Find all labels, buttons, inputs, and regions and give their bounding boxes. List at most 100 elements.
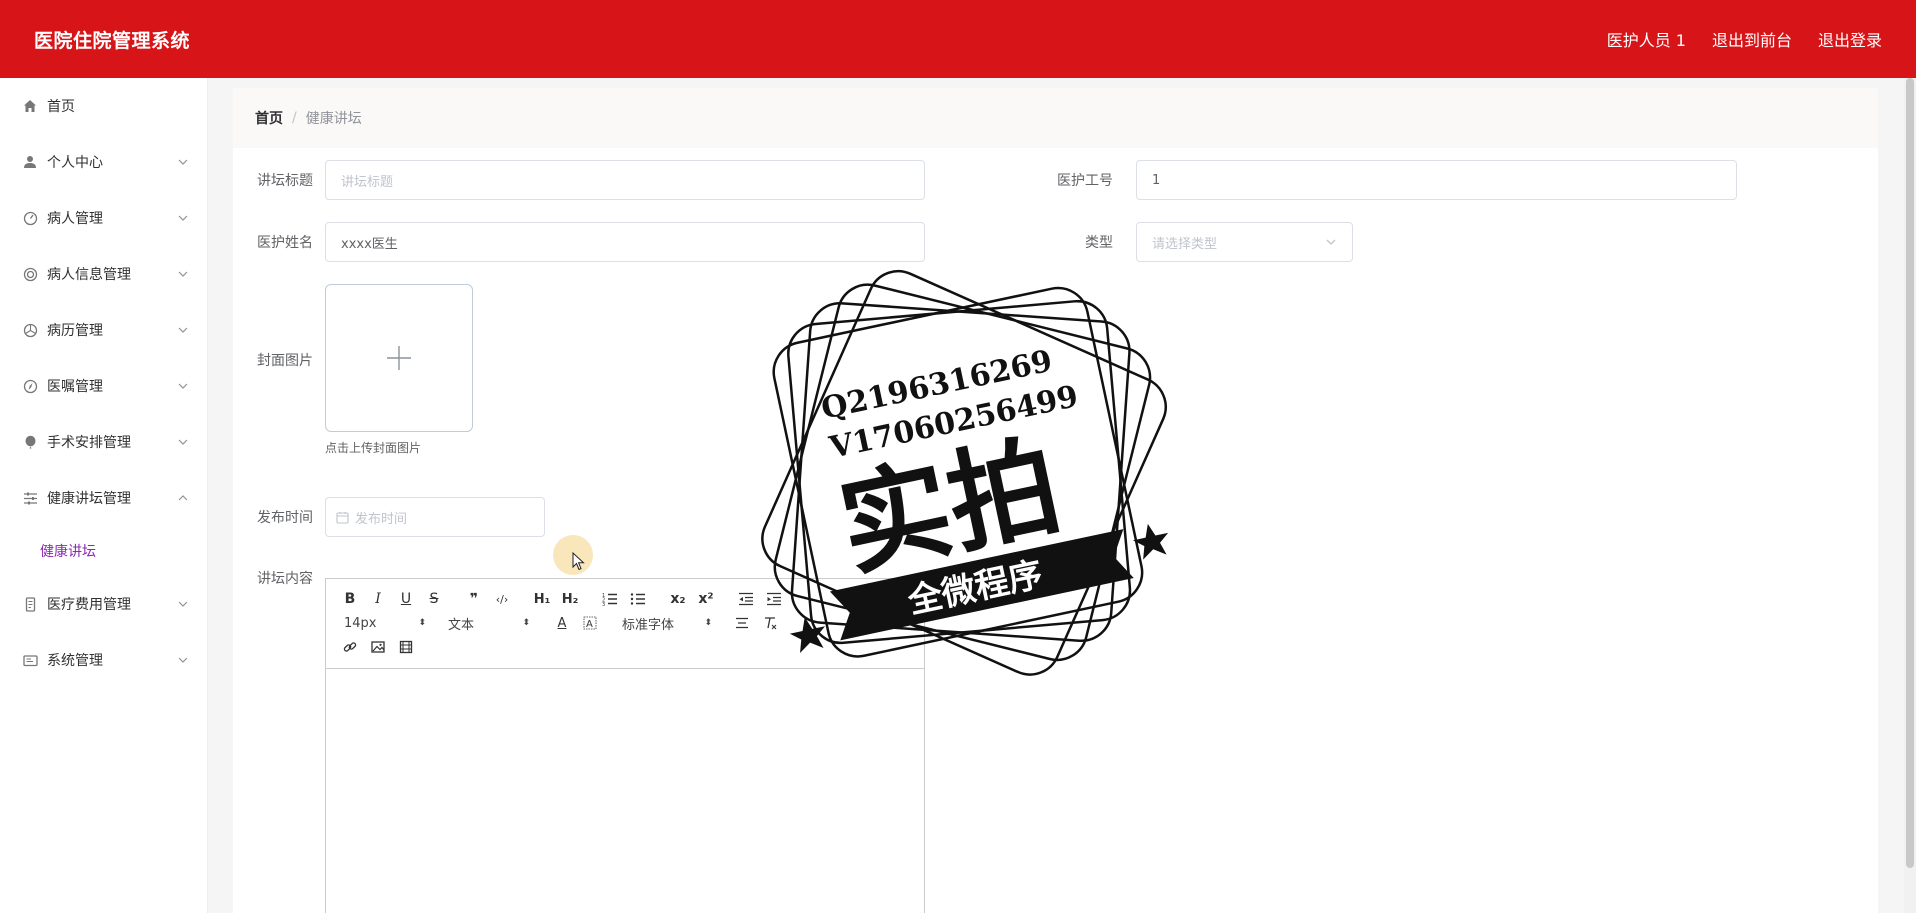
- app-title: 医院住院管理系统: [34, 29, 191, 52]
- video-button[interactable]: [392, 635, 420, 659]
- font-color-button[interactable]: A: [548, 611, 576, 635]
- indent-icon: [767, 592, 781, 606]
- chevron-down-icon: [178, 271, 188, 277]
- top-links: 医护人员 1 退出到前台 退出登录: [1607, 27, 1882, 51]
- sidebar-item-home[interactable]: 首页: [0, 78, 207, 134]
- align-center-icon: [736, 617, 748, 629]
- underline-button[interactable]: U: [392, 587, 420, 611]
- forum-title-placeholder: 讲坛标题: [341, 174, 394, 190]
- sidebar-item-label: 系统管理: [47, 653, 103, 669]
- background-color-icon: A: [583, 616, 597, 630]
- sidebar-subitem-health-forum[interactable]: 健康讲坛: [0, 526, 207, 576]
- user-icon: [22, 154, 38, 170]
- calendar-icon: [336, 511, 349, 524]
- sidebar-item-label: 病人信息管理: [47, 267, 131, 283]
- staff-name-value: xxxx医生: [341, 236, 398, 252]
- back-to-frontend-link[interactable]: 退出到前台: [1712, 27, 1792, 51]
- align-button[interactable]: [728, 611, 756, 635]
- sidebar-item-patient-info-management[interactable]: 病人信息管理: [0, 246, 207, 302]
- indent-button[interactable]: [760, 587, 788, 611]
- type-label: 类型: [1085, 235, 1113, 251]
- sidebar-item-health-forum-management[interactable]: 健康讲坛管理: [0, 470, 207, 526]
- subscript-button[interactable]: x₂: [664, 587, 692, 611]
- breadcrumb: 首页 / 健康讲坛: [233, 88, 1878, 148]
- forum-title-label: 讲坛标题: [257, 173, 313, 189]
- image-button[interactable]: [364, 635, 392, 659]
- chevron-down-icon: [178, 327, 188, 333]
- breadcrumb-separator: /: [292, 110, 297, 126]
- staff-no-label: 医护工号: [1057, 173, 1113, 189]
- editor-content-area[interactable]: [326, 669, 924, 913]
- breadcrumb-home[interactable]: 首页: [255, 108, 283, 128]
- balloon-icon: [22, 434, 38, 450]
- page-scrollbar[interactable]: [1904, 78, 1916, 913]
- toolbar-row-3: [336, 635, 914, 659]
- strike-button[interactable]: S: [420, 587, 448, 611]
- sidebar-item-surgery-schedule-management[interactable]: 手术安排管理: [0, 414, 207, 470]
- breadcrumb-current: 健康讲坛: [305, 111, 362, 127]
- link-icon: [343, 642, 357, 652]
- sidebar-item-system-management[interactable]: 系统管理: [0, 632, 207, 688]
- scrollbar-thumb[interactable]: [1906, 78, 1914, 868]
- clean-format-button[interactable]: [756, 611, 784, 635]
- publish-time-label: 发布时间: [257, 510, 313, 526]
- code-block-button[interactable]: ‹/›: [488, 587, 516, 611]
- sidebar-item-label: 个人中心: [47, 155, 103, 171]
- gauge-icon: [22, 210, 38, 226]
- sidebar-item-patient-management[interactable]: 病人管理: [0, 190, 207, 246]
- bullet-list-icon: [630, 593, 645, 605]
- home-icon: [22, 98, 38, 114]
- background-color-button[interactable]: A: [576, 611, 604, 635]
- font-family-select[interactable]: 标准字体 ⬍: [614, 611, 718, 635]
- link-button[interactable]: [336, 635, 364, 659]
- health-forum-form: 讲坛标题 讲坛标题 医护工号 1 医护姓名 xxxx医生 类型 请选择类型 封面…: [233, 148, 1878, 913]
- bold-button[interactable]: B: [336, 587, 364, 611]
- publish-time-picker[interactable]: 发布时间: [325, 497, 545, 537]
- font-family-value: 标准字体: [622, 617, 675, 633]
- clear-format-icon: [765, 617, 777, 630]
- header-select[interactable]: 文本 ⬍: [440, 611, 536, 635]
- forum-title-input[interactable]: 讲坛标题: [325, 160, 925, 200]
- chevron-up-icon: [178, 495, 188, 501]
- bullet-list-button[interactable]: [624, 587, 652, 611]
- font-size-select[interactable]: 14px ⬍: [336, 611, 432, 635]
- blockquote-button[interactable]: ❞: [460, 587, 488, 611]
- type-select[interactable]: 请选择类型: [1136, 222, 1353, 262]
- plus-icon: [387, 346, 411, 370]
- superscript-button[interactable]: x²: [692, 587, 720, 611]
- receipt-icon: [22, 596, 38, 612]
- sidebar-item-label: 首页: [47, 99, 75, 115]
- chevron-down-icon: [178, 383, 188, 389]
- sliders-icon: [22, 490, 38, 506]
- sidebar-item-medical-order-management[interactable]: 医嘱管理: [0, 358, 207, 414]
- staff-name-input[interactable]: xxxx医生: [325, 222, 925, 262]
- select-arrows-icon: ⬍: [704, 618, 712, 628]
- italic-button[interactable]: I: [364, 587, 392, 611]
- chevron-down-icon: [178, 159, 188, 165]
- outdent-button[interactable]: [732, 587, 760, 611]
- sidebar-item-personal-center[interactable]: 个人中心: [0, 134, 207, 190]
- sidebar: 首页 个人中心 病人管理 病人信息管理 病历管理 医嘱管理 手术安排管理 健康讲…: [0, 78, 208, 913]
- header-2-button[interactable]: H₂: [556, 587, 584, 611]
- chevron-down-icon: [1326, 239, 1336, 245]
- svg-text:3: 3: [602, 602, 605, 606]
- current-user-link[interactable]: 医护人员 1: [1607, 27, 1686, 51]
- cover-image-uploader[interactable]: [325, 284, 473, 432]
- sidebar-item-medical-fee-management[interactable]: 医疗费用管理: [0, 576, 207, 632]
- chevron-down-icon: [178, 601, 188, 607]
- logout-link[interactable]: 退出登录: [1818, 27, 1882, 51]
- select-arrows-icon: ⬍: [522, 618, 530, 628]
- forum-content-label: 讲坛内容: [257, 571, 313, 587]
- rich-text-editor: B I U S ❞ ‹/› H₁ H₂ 123 x₂ x² 14px ⬍ 文本 …: [325, 578, 925, 913]
- toolbar-row-1: B I U S ❞ ‹/› H₁ H₂ 123 x₂ x²: [336, 587, 914, 611]
- image-icon: [371, 641, 385, 653]
- sidebar-item-label: 医嘱管理: [47, 379, 103, 395]
- ordered-list-button[interactable]: 123: [596, 587, 624, 611]
- video-icon: [399, 640, 413, 654]
- header-1-button[interactable]: H₁: [528, 587, 556, 611]
- cover-upload-hint: 点击上传封面图片: [325, 441, 422, 455]
- id-card-icon: [22, 652, 38, 668]
- staff-no-input[interactable]: 1: [1136, 160, 1737, 200]
- select-arrows-icon: ⬍: [418, 618, 426, 628]
- sidebar-item-medical-record-management[interactable]: 病历管理: [0, 302, 207, 358]
